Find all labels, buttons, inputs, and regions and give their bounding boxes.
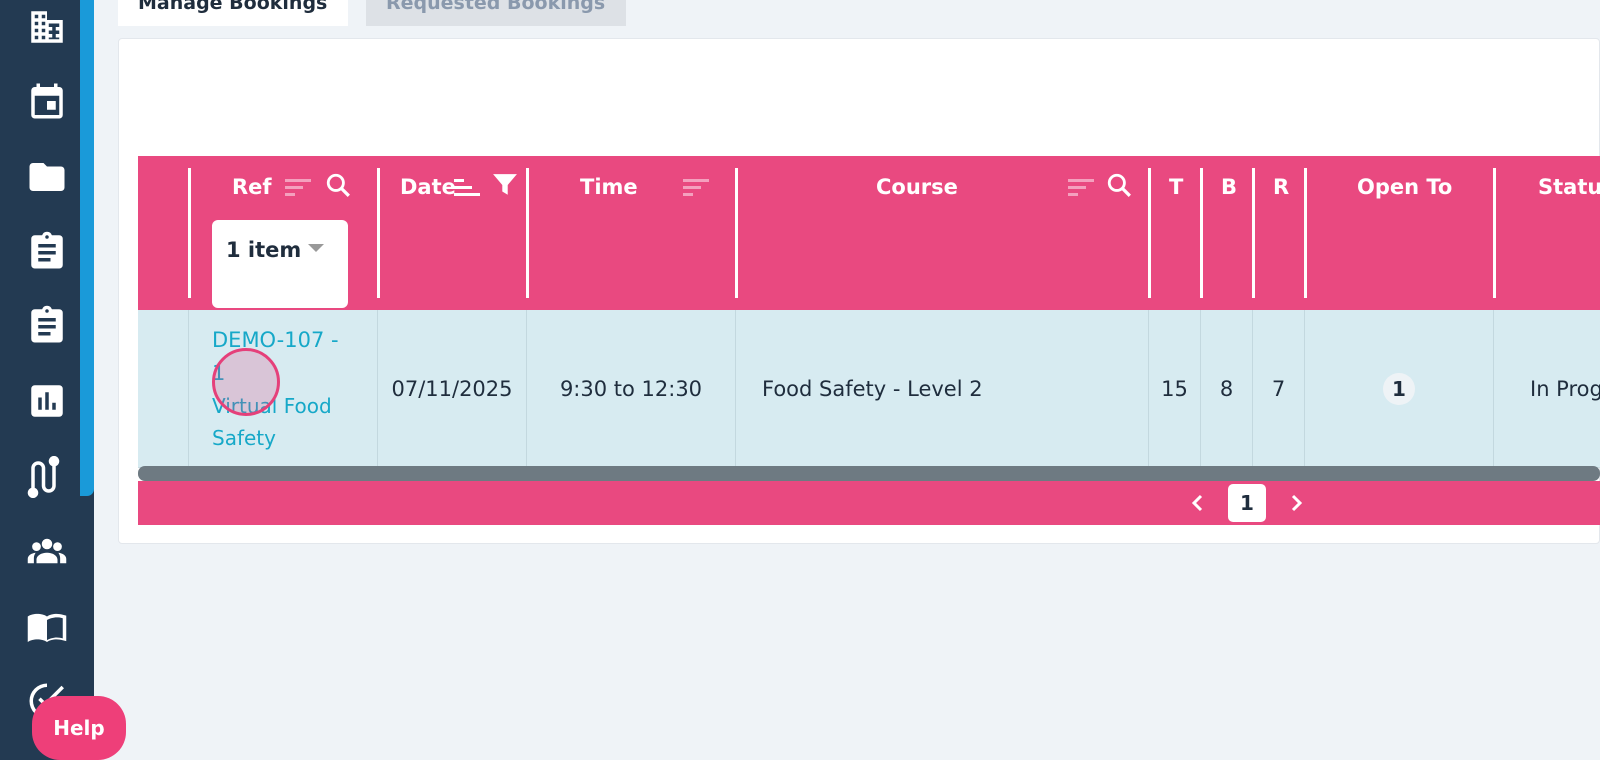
column-title: Course (876, 175, 958, 199)
cell-time: 9:30 to 12:30 (559, 377, 703, 401)
calendar-icon[interactable] (24, 78, 70, 124)
sidebar (0, 0, 94, 760)
column-header-b[interactable]: B (1203, 168, 1252, 298)
cell-open-to: 1 (1305, 310, 1493, 468)
clipboard-icon[interactable] (24, 228, 70, 274)
filter-icon[interactable] (492, 172, 518, 198)
open-to-badge[interactable]: 1 (1383, 373, 1415, 405)
horizontal-scrollbar[interactable] (138, 466, 1600, 481)
column-header-t[interactable]: T (1151, 168, 1200, 298)
column-header-r[interactable]: R (1255, 168, 1304, 298)
ref-filter-value: 1 item (226, 238, 302, 262)
column-title: T (1169, 175, 1184, 199)
column-header-date[interactable]: Date (380, 168, 526, 298)
column-header-course[interactable]: Course (738, 168, 1148, 298)
column-header-open-to[interactable]: Open To (1307, 168, 1493, 298)
sort-icon[interactable] (683, 176, 709, 198)
column-title: Time (580, 175, 638, 199)
route-icon[interactable] (24, 454, 70, 500)
column-title: Date (400, 175, 456, 199)
folder-icon[interactable] (24, 154, 70, 200)
chevron-down-icon (308, 244, 324, 252)
cell-r: 7 (1271, 377, 1286, 401)
ref-filter-select[interactable]: 1 item (212, 220, 348, 308)
sort-ascending-icon[interactable] (454, 176, 480, 198)
table-row[interactable]: DEMO-107 - 1 Virtual Food Safety 07/11/2… (138, 310, 1600, 468)
cell-ref: DEMO-107 - 1 Virtual Food Safety (189, 310, 377, 468)
tab-requested-bookings[interactable]: Requested Bookings (366, 0, 626, 26)
sort-icon[interactable] (1068, 176, 1094, 198)
clipboard-list-icon[interactable] (24, 302, 70, 348)
click-indicator (212, 348, 280, 416)
pager-current-page[interactable]: 1 (1228, 484, 1266, 522)
column-header-status[interactable]: Status (1496, 168, 1600, 298)
search-icon[interactable] (325, 172, 351, 198)
grid-header: Ref 1 item Date Time Course T B R Open T… (138, 156, 1600, 310)
sidebar-scroll-indicator[interactable] (80, 0, 94, 496)
help-button[interactable]: Help (32, 696, 126, 760)
column-title: Open To (1357, 175, 1453, 199)
grid-pager: 1 (138, 481, 1600, 525)
column-title: B (1221, 175, 1238, 199)
bookings-grid: Ref 1 item Date Time Course T B R Open T… (138, 156, 1600, 525)
chevron-left-icon[interactable] (1186, 491, 1210, 515)
cell-status: In Progress (1530, 377, 1600, 401)
column-title: R (1273, 175, 1290, 199)
column-title: Ref (232, 175, 272, 199)
users-icon[interactable] (24, 528, 70, 574)
chevron-right-icon[interactable] (1284, 491, 1308, 515)
cell-t: 15 (1161, 377, 1188, 401)
building-icon[interactable] (24, 4, 70, 50)
sort-icon[interactable] (285, 176, 311, 198)
search-icon[interactable] (1106, 172, 1132, 198)
tab-manage-bookings[interactable]: Manage Bookings (118, 0, 348, 26)
column-title: Status (1538, 175, 1600, 199)
cell-course: Food Safety - Level 2 (762, 377, 983, 401)
cell-b: 8 (1219, 377, 1234, 401)
column-header-ref[interactable]: Ref 1 item (191, 168, 377, 308)
bar-chart-icon[interactable] (24, 378, 70, 424)
book-icon[interactable] (24, 604, 70, 650)
column-header-time[interactable]: Time (529, 168, 735, 298)
cell-date: 07/11/2025 (391, 377, 513, 401)
